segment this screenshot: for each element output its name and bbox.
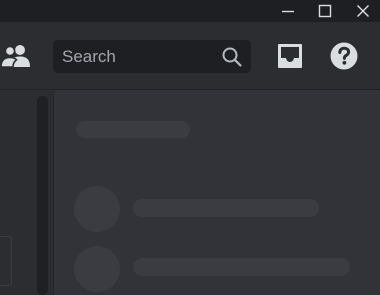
help-icon [330, 42, 358, 70]
collapsed-panel-tab[interactable] [0, 236, 12, 286]
sidebar-scrollbar[interactable] [37, 96, 48, 295]
inbox-icon [278, 44, 302, 68]
loading-placeholder-line [133, 199, 319, 217]
people-icon [1, 45, 30, 68]
loading-placeholder-avatar [74, 186, 120, 232]
window-minimize-button[interactable] [271, 0, 305, 22]
window-maximize-button[interactable] [308, 0, 342, 22]
window-titlebar [0, 0, 380, 22]
search-input[interactable]: Search [62, 47, 116, 67]
loading-placeholder-line [133, 258, 350, 276]
search-box[interactable]: Search [53, 40, 251, 73]
window-close-button[interactable] [346, 0, 380, 22]
close-icon [357, 5, 369, 17]
help-button[interactable] [330, 42, 358, 70]
minimize-icon [282, 10, 294, 13]
loading-placeholder-heading [76, 121, 190, 138]
maximize-icon [318, 4, 332, 18]
search-icon [222, 47, 242, 67]
inbox-button[interactable] [275, 41, 305, 71]
friends-button[interactable] [0, 40, 32, 72]
loading-placeholder-avatar [74, 246, 120, 292]
